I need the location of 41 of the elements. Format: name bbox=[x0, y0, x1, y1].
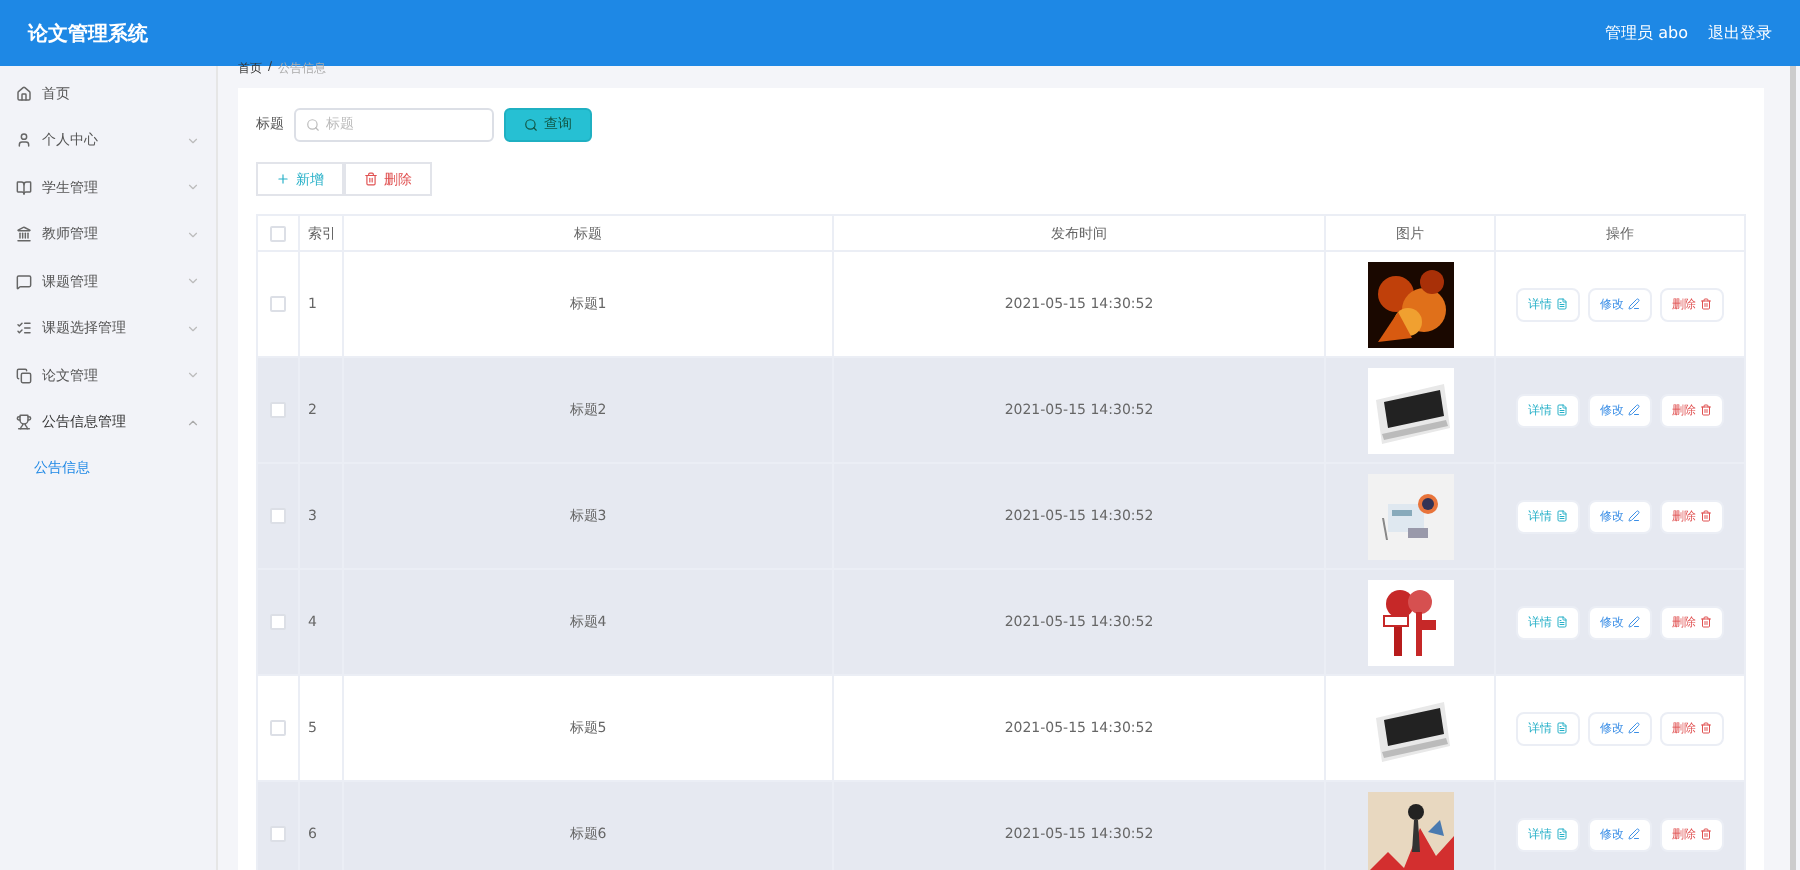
trash-icon bbox=[1700, 828, 1712, 840]
pencil-icon bbox=[1628, 722, 1640, 734]
list-icon bbox=[16, 320, 32, 337]
row-checkbox[interactable] bbox=[270, 720, 286, 736]
row-checkbox[interactable] bbox=[270, 402, 286, 418]
scrollbar[interactable] bbox=[1790, 66, 1796, 870]
row-checkbox[interactable] bbox=[270, 508, 286, 524]
book-icon bbox=[16, 179, 32, 196]
app-title: 论文管理系统 bbox=[28, 21, 148, 47]
trash-icon bbox=[1700, 404, 1712, 416]
row-checkbox[interactable] bbox=[270, 826, 286, 842]
row-checkbox[interactable] bbox=[270, 296, 286, 312]
user-icon bbox=[16, 132, 32, 149]
search-icon bbox=[306, 117, 320, 131]
document-icon bbox=[1556, 404, 1568, 416]
trash-icon bbox=[1700, 616, 1712, 628]
pencil-icon bbox=[1628, 616, 1640, 628]
trash-icon bbox=[1700, 298, 1712, 310]
document-icon bbox=[1556, 722, 1568, 734]
pencil-icon bbox=[1628, 510, 1640, 522]
document-icon bbox=[1556, 616, 1568, 628]
plus-icon bbox=[276, 172, 290, 186]
home-icon bbox=[16, 85, 32, 102]
trash-icon bbox=[1700, 722, 1712, 734]
user-name: 管理员 abo bbox=[1605, 22, 1688, 44]
pencil-icon bbox=[1628, 298, 1640, 310]
search-icon bbox=[524, 117, 538, 131]
pencil-icon bbox=[1628, 828, 1640, 840]
document-icon bbox=[1556, 828, 1568, 840]
document-icon bbox=[1556, 298, 1568, 310]
pencil-icon bbox=[1628, 404, 1640, 416]
chat-icon bbox=[16, 273, 32, 290]
trash-icon bbox=[364, 172, 378, 186]
copy-icon bbox=[16, 367, 32, 384]
trophy-icon bbox=[16, 414, 32, 431]
trash-icon bbox=[1700, 510, 1712, 522]
select-all-checkbox[interactable] bbox=[270, 225, 286, 241]
row-checkbox[interactable] bbox=[270, 614, 286, 630]
document-icon bbox=[1556, 510, 1568, 522]
logout-link[interactable]: 退出登录 bbox=[1708, 22, 1772, 44]
bank-icon bbox=[16, 226, 32, 243]
